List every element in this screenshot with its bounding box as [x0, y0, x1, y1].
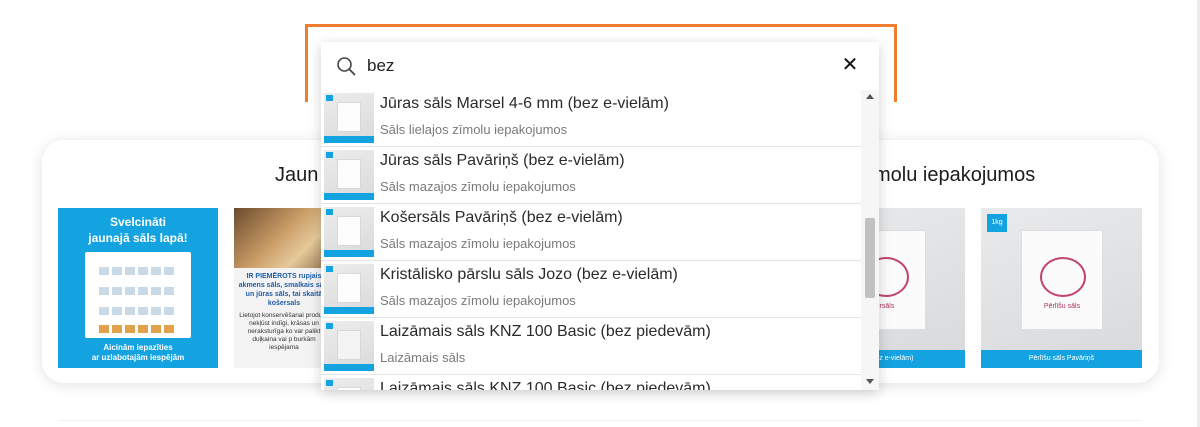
search-bar: ✕	[321, 42, 879, 90]
product-thumbnail	[324, 93, 374, 143]
search-results-list: Jūras sāls Marsel 4-6 mm (bez e-vielām) …	[321, 90, 879, 390]
result-title: Laizāmais sāls KNZ 100 Basic (bez piedev…	[380, 380, 711, 390]
promo-footer: Aicinām iepazīties ar uzlabotajām iespēj…	[58, 343, 218, 363]
promo-foot-line2: ar uzlabotajām iespējām	[91, 353, 185, 362]
product-thumbnail	[324, 378, 374, 390]
result-category: Sāls mazajos zīmolu iepakojumos	[380, 236, 576, 251]
search-result-item[interactable]: Kristālisko pārslu sāls Jozo (bez e-viel…	[321, 261, 861, 318]
product-bag-image: Pērlīšu sāls	[1021, 230, 1103, 330]
result-title: Kristālisko pārslu sāls Jozo (bez e-viel…	[380, 266, 678, 283]
product-bag-label: Pērlīšu sāls	[1043, 303, 1081, 310]
product-caption: Pērlīšu sāls Pavāriņš	[981, 350, 1142, 368]
article-card[interactable]: IR PIEMĒROTS rupjais akmens sāls, smalka…	[234, 208, 334, 368]
scrollbar-thumb[interactable]	[865, 218, 875, 298]
card-title-left: Jaun	[275, 164, 319, 186]
promo-row	[93, 302, 183, 315]
promo-title-line2: jaunajā sāls lapā!	[88, 231, 188, 245]
search-icon[interactable]	[336, 56, 356, 76]
promo-foot-line1: Aicinām iepazīties	[103, 343, 173, 352]
promo-banner[interactable]: Svelcināti jaunajā sāls lapā! Aicinām ie…	[58, 208, 218, 368]
search-result-item[interactable]: Jūras sāls Pavāriņš (bez e-vielām) Sāls …	[321, 147, 861, 204]
card-title-right: molu iepakojumos	[874, 164, 1036, 186]
search-result-item[interactable]: Jūras sāls Marsel 4-6 mm (bez e-vielām) …	[321, 90, 861, 147]
search-dropdown: ✕ Jūras sāls Marsel 4-6 mm (bez e-vielām…	[321, 42, 879, 390]
promo-title: Svelcināti jaunajā sāls lapā!	[58, 214, 218, 246]
result-title: Laizāmais sāls KNZ 100 Basic (bez piedev…	[380, 323, 711, 340]
product-card[interactable]: 1kg Pērlīšu sāls Pērlīšu sāls Pavāriņš	[981, 208, 1142, 368]
result-category: Laizāmais sāls	[380, 350, 466, 365]
result-category: Sāls mazajos zīmolu iepakojumos	[380, 293, 576, 308]
promo-row	[93, 282, 183, 295]
scroll-down-arrow-icon[interactable]	[866, 379, 874, 384]
search-result-item[interactable]: Laizāmais sāls KNZ 100 Basic (bez piedev…	[321, 318, 861, 375]
product-thumbnail	[324, 150, 374, 200]
results-scrollbar[interactable]	[861, 90, 879, 390]
result-category: Sāls lielajos zīmolu iepakojumos	[380, 122, 568, 137]
result-title: Jūras sāls Marsel 4-6 mm (bez e-vielām)	[380, 95, 669, 112]
result-category: Sāls mazajos zīmolu iepakojumos	[380, 179, 576, 194]
article-headline: IR PIEMĒROTS rupjais akmens sāls, smalka…	[238, 273, 330, 307]
promo-screenshot-image	[85, 252, 191, 338]
promo-row	[93, 262, 183, 275]
divider	[60, 420, 1140, 421]
page: Jaun molu iepakojumos Svelcināti jaunajā…	[0, 0, 1200, 427]
promo-title-line1: Svelcināti	[109, 215, 167, 229]
product-thumbnail	[324, 207, 374, 257]
search-input[interactable]	[367, 52, 827, 80]
close-icon[interactable]: ✕	[839, 54, 861, 76]
scroll-up-arrow-icon[interactable]	[866, 94, 874, 99]
article-body: Lietojot konservēšanai produkti nekļūst …	[239, 312, 329, 351]
search-result-item[interactable]: Laizāmais sāls KNZ 100 Basic (bez piedev…	[321, 375, 861, 390]
product-thumbnail	[324, 321, 374, 371]
result-title: Jūras sāls Pavāriņš (bez e-vielām)	[380, 152, 625, 169]
result-title: Košersāls Pavāriņš (bez e-vielām)	[380, 209, 623, 226]
product-thumbnail	[324, 264, 374, 314]
article-photo	[234, 208, 334, 268]
product-logo-icon	[1040, 257, 1086, 297]
search-result-item[interactable]: Košersāls Pavāriņš (bez e-vielām) Sāls m…	[321, 204, 861, 261]
weight-badge: 1kg	[987, 214, 1007, 232]
promo-row	[93, 320, 183, 333]
